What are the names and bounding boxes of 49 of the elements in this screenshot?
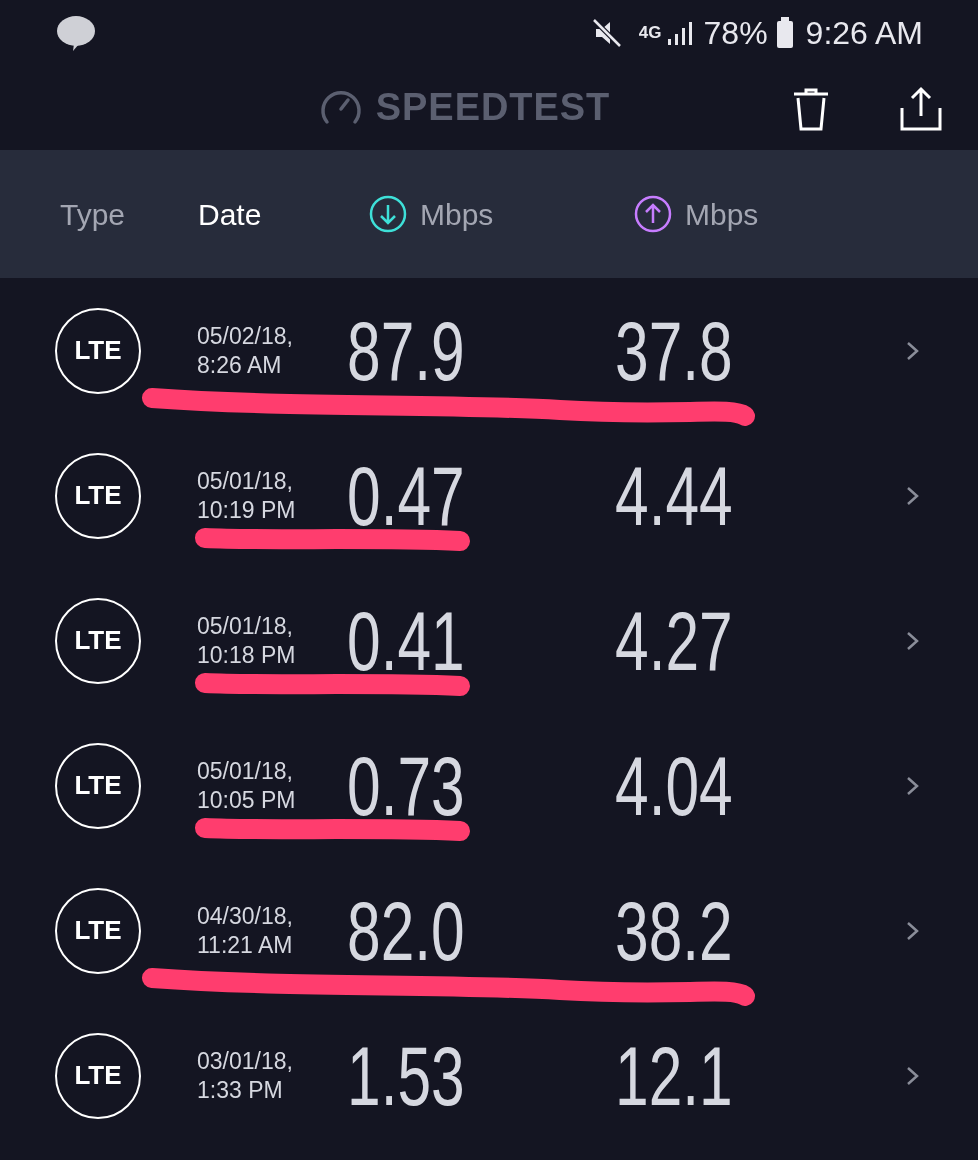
muted-speaker-icon	[590, 16, 623, 49]
trash-icon	[791, 88, 831, 132]
test-time: 1:33 PM	[197, 1075, 284, 1105]
download-speed: 0.47	[347, 447, 465, 545]
app-title: SPEEDTEST	[375, 85, 611, 130]
share-icon	[898, 86, 944, 132]
test-date: 05/02/18,	[197, 321, 294, 351]
upload-speed: 4.44	[615, 447, 733, 545]
chevron-right-icon[interactable]	[905, 774, 921, 797]
network-type-badge: LTE	[55, 1032, 141, 1119]
test-time: 11:21 AM	[197, 930, 294, 960]
test-date: 03/01/18,	[197, 1046, 294, 1076]
network-type-badge: LTE	[55, 307, 141, 394]
test-date: 05/01/18,	[197, 466, 294, 496]
network-type-badge: LTE	[55, 742, 141, 829]
column-header[interactable]: Mbps	[685, 191, 759, 237]
battery-percent: 78%	[703, 13, 768, 53]
chevron-right-icon[interactable]	[905, 484, 921, 507]
clock: 9:26 AM	[805, 13, 923, 53]
download-speed: 0.41	[347, 592, 465, 690]
network-type-badge: LTE	[55, 887, 141, 974]
test-time: 10:19 PM	[197, 495, 297, 525]
download-speed: 82.0	[347, 882, 465, 980]
test-time: 10:18 PM	[197, 640, 297, 670]
download-speed: 1.53	[347, 1027, 465, 1125]
download-speed: 0.73	[347, 737, 465, 835]
chevron-right-icon[interactable]	[905, 629, 921, 652]
test-date: 05/01/18,	[197, 611, 294, 641]
upload-speed: 4.27	[615, 592, 733, 690]
upload-speed: 12.1	[615, 1027, 733, 1125]
chevron-right-icon[interactable]	[905, 339, 921, 362]
test-date: 04/30/18,	[197, 901, 294, 931]
upload-speed: 38.2	[615, 882, 733, 980]
download-speed: 87.9	[347, 302, 465, 400]
column-header[interactable]: Date	[198, 191, 262, 237]
column-header[interactable]: Mbps	[420, 191, 494, 237]
network-type: 4G	[638, 21, 662, 44]
chat-app-icon	[55, 13, 97, 52]
chevron-right-icon[interactable]	[905, 1064, 921, 1087]
upload-speed: 37.8	[615, 302, 733, 400]
network-type-badge: LTE	[55, 597, 141, 684]
test-time: 8:26 AM	[197, 350, 283, 380]
column-header[interactable]: Type	[60, 191, 126, 237]
test-date: 05/01/18,	[197, 756, 294, 786]
network-type-badge: LTE	[55, 452, 141, 539]
chevron-right-icon[interactable]	[905, 919, 921, 942]
test-time: 10:05 PM	[197, 785, 297, 815]
upload-speed: 4.04	[615, 737, 733, 835]
battery-icon	[775, 16, 794, 49]
